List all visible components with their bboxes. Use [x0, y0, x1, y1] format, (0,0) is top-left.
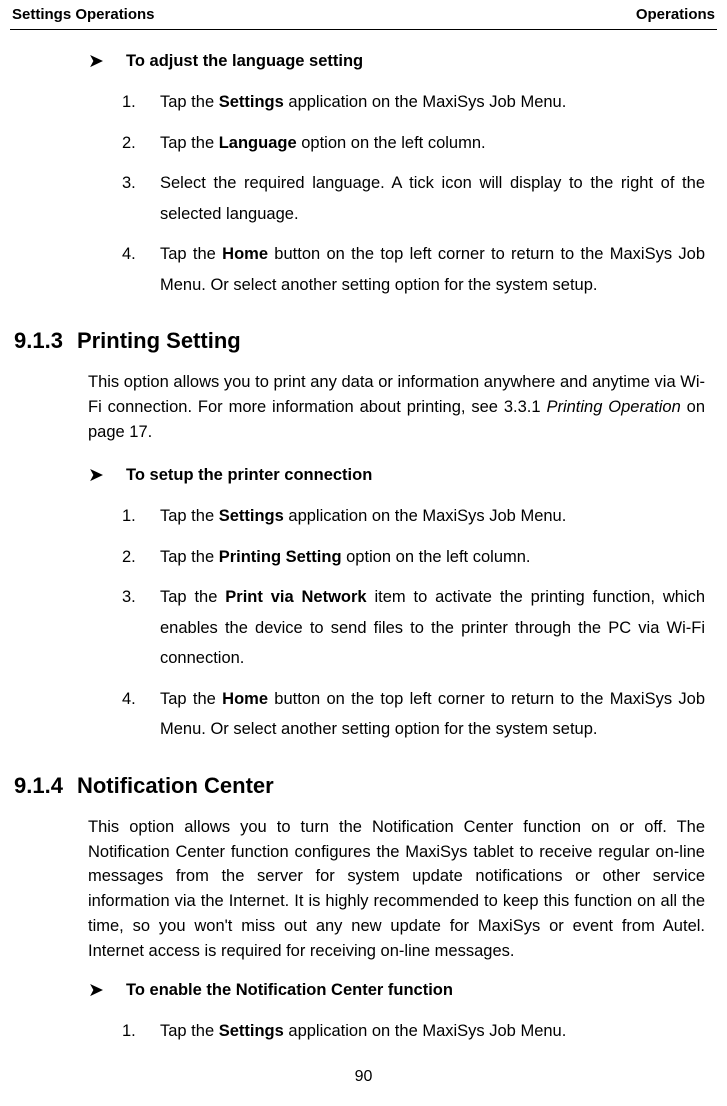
item-number: 3.	[122, 582, 160, 674]
page-content: ➤ To adjust the language setting 1. Tap …	[10, 52, 717, 1047]
list-item: 2. Tap the Language option on the left c…	[122, 128, 705, 159]
list-item: 4. Tap the Home button on the top left c…	[122, 684, 705, 745]
section-title: Notification Center	[77, 773, 274, 799]
list-item: 1. Tap the Settings application on the M…	[122, 501, 705, 532]
item-number: 3.	[122, 168, 160, 229]
list-item: 1. Tap the Settings application on the M…	[122, 1016, 705, 1047]
arrow-icon: ➤	[88, 466, 108, 485]
arrow-icon: ➤	[88, 52, 108, 71]
bullet-title: To adjust the language setting	[126, 52, 363, 71]
item-number: 1.	[122, 87, 160, 118]
section-heading-notification-center: 9.1.4 Notification Center	[14, 773, 717, 799]
item-number: 1.	[122, 501, 160, 532]
item-number: 2.	[122, 542, 160, 573]
list-item: 2. Tap the Printing Setting option on th…	[122, 542, 705, 573]
item-text: Tap the Printing Setting option on the l…	[160, 542, 705, 573]
arrow-icon: ➤	[88, 981, 108, 1000]
section-title: Printing Setting	[77, 328, 241, 354]
list-printer-connection: 1. Tap the Settings application on the M…	[122, 501, 705, 745]
item-text: Tap the Home button on the top left corn…	[160, 239, 705, 300]
list-item: 3. Tap the Print via Network item to act…	[122, 582, 705, 674]
bullet-heading-adjust-language: ➤ To adjust the language setting	[88, 52, 717, 71]
section-paragraph: This option allows you to print any data…	[88, 370, 705, 444]
page-number: 90	[0, 1068, 727, 1086]
bullet-heading-printer-connection: ➤ To setup the printer connection	[88, 466, 717, 485]
item-number: 1.	[122, 1016, 160, 1047]
section-number: 9.1.3	[14, 328, 63, 354]
section-heading-printing-setting: 9.1.3 Printing Setting	[14, 328, 717, 354]
item-text: Tap the Print via Network item to activa…	[160, 582, 705, 674]
item-number: 4.	[122, 239, 160, 300]
item-number: 4.	[122, 684, 160, 745]
bullet-heading-notification-enable: ➤ To enable the Notification Center func…	[88, 981, 717, 1000]
item-text: Tap the Settings application on the Maxi…	[160, 1016, 705, 1047]
item-text: Tap the Language option on the left colu…	[160, 128, 705, 159]
bullet-title: To enable the Notification Center functi…	[126, 981, 453, 1000]
item-text: Select the required language. A tick ico…	[160, 168, 705, 229]
list-adjust-language: 1. Tap the Settings application on the M…	[122, 87, 705, 300]
section-number: 9.1.4	[14, 773, 63, 799]
item-text: Tap the Settings application on the Maxi…	[160, 501, 705, 532]
item-text: Tap the Home button on the top left corn…	[160, 684, 705, 745]
list-item: 4. Tap the Home button on the top left c…	[122, 239, 705, 300]
item-text: Tap the Settings application on the Maxi…	[160, 87, 705, 118]
bullet-title: To setup the printer connection	[126, 466, 372, 485]
section-paragraph: This option allows you to turn the Notif…	[88, 815, 705, 964]
list-item: 3. Select the required language. A tick …	[122, 168, 705, 229]
list-item: 1. Tap the Settings application on the M…	[122, 87, 705, 118]
list-notification-enable: 1. Tap the Settings application on the M…	[122, 1016, 705, 1047]
page-header: Settings Operations Operations	[10, 0, 717, 30]
item-number: 2.	[122, 128, 160, 159]
header-right: Operations	[636, 6, 715, 23]
header-left: Settings Operations	[12, 6, 155, 23]
